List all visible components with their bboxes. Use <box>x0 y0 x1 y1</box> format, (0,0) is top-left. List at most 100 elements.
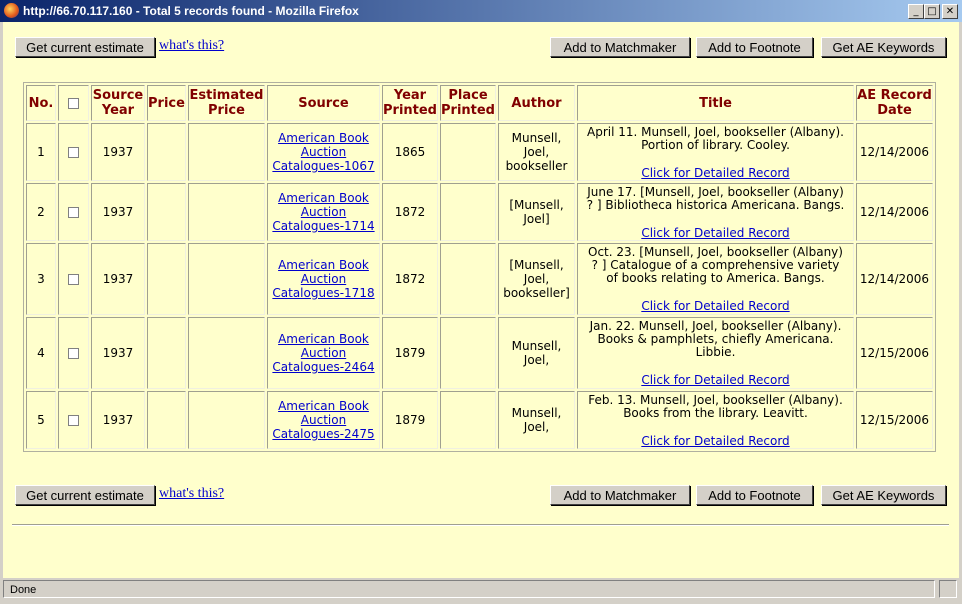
detailed-record-link[interactable]: Click for Detailed Record <box>580 374 851 387</box>
minimize-button[interactable]: _ <box>908 4 924 19</box>
get-estimate-button-top[interactable]: Get current estimate <box>15 37 155 57</box>
detailed-record-link[interactable]: Click for Detailed Record <box>580 435 851 448</box>
add-to-matchmaker-button-bottom[interactable]: Add to Matchmaker <box>550 485 690 505</box>
cell-select <box>58 123 89 181</box>
author-line: Joel] <box>523 212 550 226</box>
author-line: Joel, <box>523 145 550 159</box>
get-estimate-button-bottom[interactable]: Get current estimate <box>15 485 155 505</box>
detailed-record-link[interactable]: Click for Detailed Record <box>580 167 851 180</box>
author-line: Munsell, <box>511 131 562 145</box>
cell-estimated-price <box>188 123 265 181</box>
source-link-line: Catalogues-2464 <box>272 360 375 374</box>
header-source: Source <box>267 85 380 121</box>
cell-place-printed <box>440 391 496 449</box>
header-place-printed: Place Printed <box>440 85 496 121</box>
source-link[interactable]: American Book Auction Catalogues-1067 <box>272 131 374 173</box>
cell-no: 4 <box>26 317 56 389</box>
source-link-line: Catalogues-1067 <box>272 159 375 173</box>
cell-select <box>58 183 89 241</box>
row-checkbox[interactable] <box>68 415 79 426</box>
title-line: Books & pamphlets, chiefly Americana. <box>597 332 834 346</box>
detailed-record-link[interactable]: Click for Detailed Record <box>580 300 851 313</box>
author-line: [Munsell, <box>509 258 564 272</box>
cell-source-year: 1937 <box>91 123 145 181</box>
source-link-line: Auction <box>300 272 347 286</box>
source-link-line: American Book <box>278 131 369 145</box>
source-link-line: American Book <box>278 191 369 205</box>
add-to-matchmaker-button-top[interactable]: Add to Matchmaker <box>550 37 690 57</box>
cell-source: American Book Auction Catalogues-1067 <box>267 123 380 181</box>
title-line: Jan. 22. Munsell, Joel, bookseller (Alba… <box>589 319 842 333</box>
cell-ae-record-date: 12/15/2006 <box>856 317 933 389</box>
author-line: bookseller <box>505 159 568 173</box>
select-all-checkbox[interactable] <box>68 97 79 109</box>
cell-estimated-price <box>188 317 265 389</box>
source-link-line: American Book <box>278 399 369 413</box>
author-line: Joel, <box>523 353 550 367</box>
header-ae-date-line2: Date <box>877 103 912 118</box>
resize-grip-icon[interactable] <box>939 580 957 598</box>
add-to-footnote-button-top[interactable]: Add to Footnote <box>696 37 813 57</box>
source-link[interactable]: American Book Auction Catalogues-1714 <box>272 191 374 233</box>
close-button[interactable]: ✕ <box>942 4 958 19</box>
source-link[interactable]: American Book Auction Catalogues-1718 <box>272 258 374 300</box>
cell-ae-record-date: 12/14/2006 <box>856 123 933 181</box>
header-title: Title <box>577 85 854 121</box>
source-link-line: Catalogues-1718 <box>272 286 375 300</box>
author-line: Joel, <box>523 272 550 286</box>
row-checkbox[interactable] <box>68 348 79 359</box>
author-line: bookseller] <box>503 286 570 300</box>
get-ae-keywords-button-bottom[interactable]: Get AE Keywords <box>821 485 946 505</box>
header-no: No. <box>26 85 56 121</box>
title-bar: http://66.70.117.160 - Total 5 records f… <box>0 0 962 22</box>
cell-price <box>147 123 186 181</box>
cell-price <box>147 391 186 449</box>
source-link-line: Auction <box>300 145 347 159</box>
results-table: No. Source Year Price Estimated Price Sour… <box>23 82 936 452</box>
table-row: 3 1937 American Book Auction Catalogues-17… <box>26 243 933 315</box>
cell-source-year: 1937 <box>91 391 145 449</box>
whats-this-link-top[interactable]: what's this? <box>159 38 224 54</box>
cell-author: Munsell, Joel, bookseller <box>498 123 575 181</box>
header-estimated-price: Estimated Price <box>188 85 265 121</box>
whats-this-link-bottom[interactable]: what's this? <box>159 486 224 502</box>
cell-estimated-price <box>188 391 265 449</box>
row-checkbox[interactable] <box>68 207 79 218</box>
cell-ae-record-date: 12/15/2006 <box>856 391 933 449</box>
cell-source-year: 1937 <box>91 243 145 315</box>
row-checkbox[interactable] <box>68 274 79 285</box>
cell-place-printed <box>440 183 496 241</box>
title-line: Portion of library. Cooley. <box>641 138 790 152</box>
source-link[interactable]: American Book Auction Catalogues-2464 <box>272 332 374 374</box>
header-year-printed: Year Printed <box>382 85 438 121</box>
cell-place-printed <box>440 317 496 389</box>
cell-estimated-price <box>188 243 265 315</box>
cell-source: American Book Auction Catalogues-2464 <box>267 317 380 389</box>
table-row: 2 1937 American Book Auction Catalogues-17… <box>26 183 933 241</box>
header-author: Author <box>498 85 575 121</box>
row-checkbox[interactable] <box>68 147 79 158</box>
cell-ae-record-date: 12/14/2006 <box>856 243 933 315</box>
maximize-button[interactable]: □ <box>924 4 940 19</box>
header-year-printed-line2: Printed <box>383 103 437 118</box>
header-estimated-line1: Estimated <box>189 88 264 103</box>
title-line: April 11. Munsell, Joel, bookseller (Alb… <box>587 125 844 139</box>
title-line: June 17. [Munsell, Joel, bookseller (Alb… <box>587 185 844 199</box>
header-select-all <box>58 85 89 121</box>
cell-author: Munsell, Joel, <box>498 317 575 389</box>
source-link-line: Auction <box>300 346 347 360</box>
table-row: 1 1937 American Book Auction Catalogues-10… <box>26 123 933 181</box>
header-ae-record-date: AE Record Date <box>856 85 933 121</box>
cell-year-printed: 1879 <box>382 317 438 389</box>
author-line: Munsell, <box>511 406 562 420</box>
author-line: Joel, <box>523 420 550 434</box>
source-link[interactable]: American Book Auction Catalogues-2475 <box>272 399 374 441</box>
cell-title: Jan. 22. Munsell, Joel, bookseller (Alba… <box>577 317 854 389</box>
add-to-footnote-button-bottom[interactable]: Add to Footnote <box>696 485 813 505</box>
cell-select <box>58 391 89 449</box>
cell-no: 2 <box>26 183 56 241</box>
get-ae-keywords-button-top[interactable]: Get AE Keywords <box>821 37 946 57</box>
window-title: http://66.70.117.160 - Total 5 records f… <box>23 4 359 18</box>
title-line: Feb. 13. Munsell, Joel, bookseller (Alba… <box>588 393 843 407</box>
detailed-record-link[interactable]: Click for Detailed Record <box>580 227 851 240</box>
